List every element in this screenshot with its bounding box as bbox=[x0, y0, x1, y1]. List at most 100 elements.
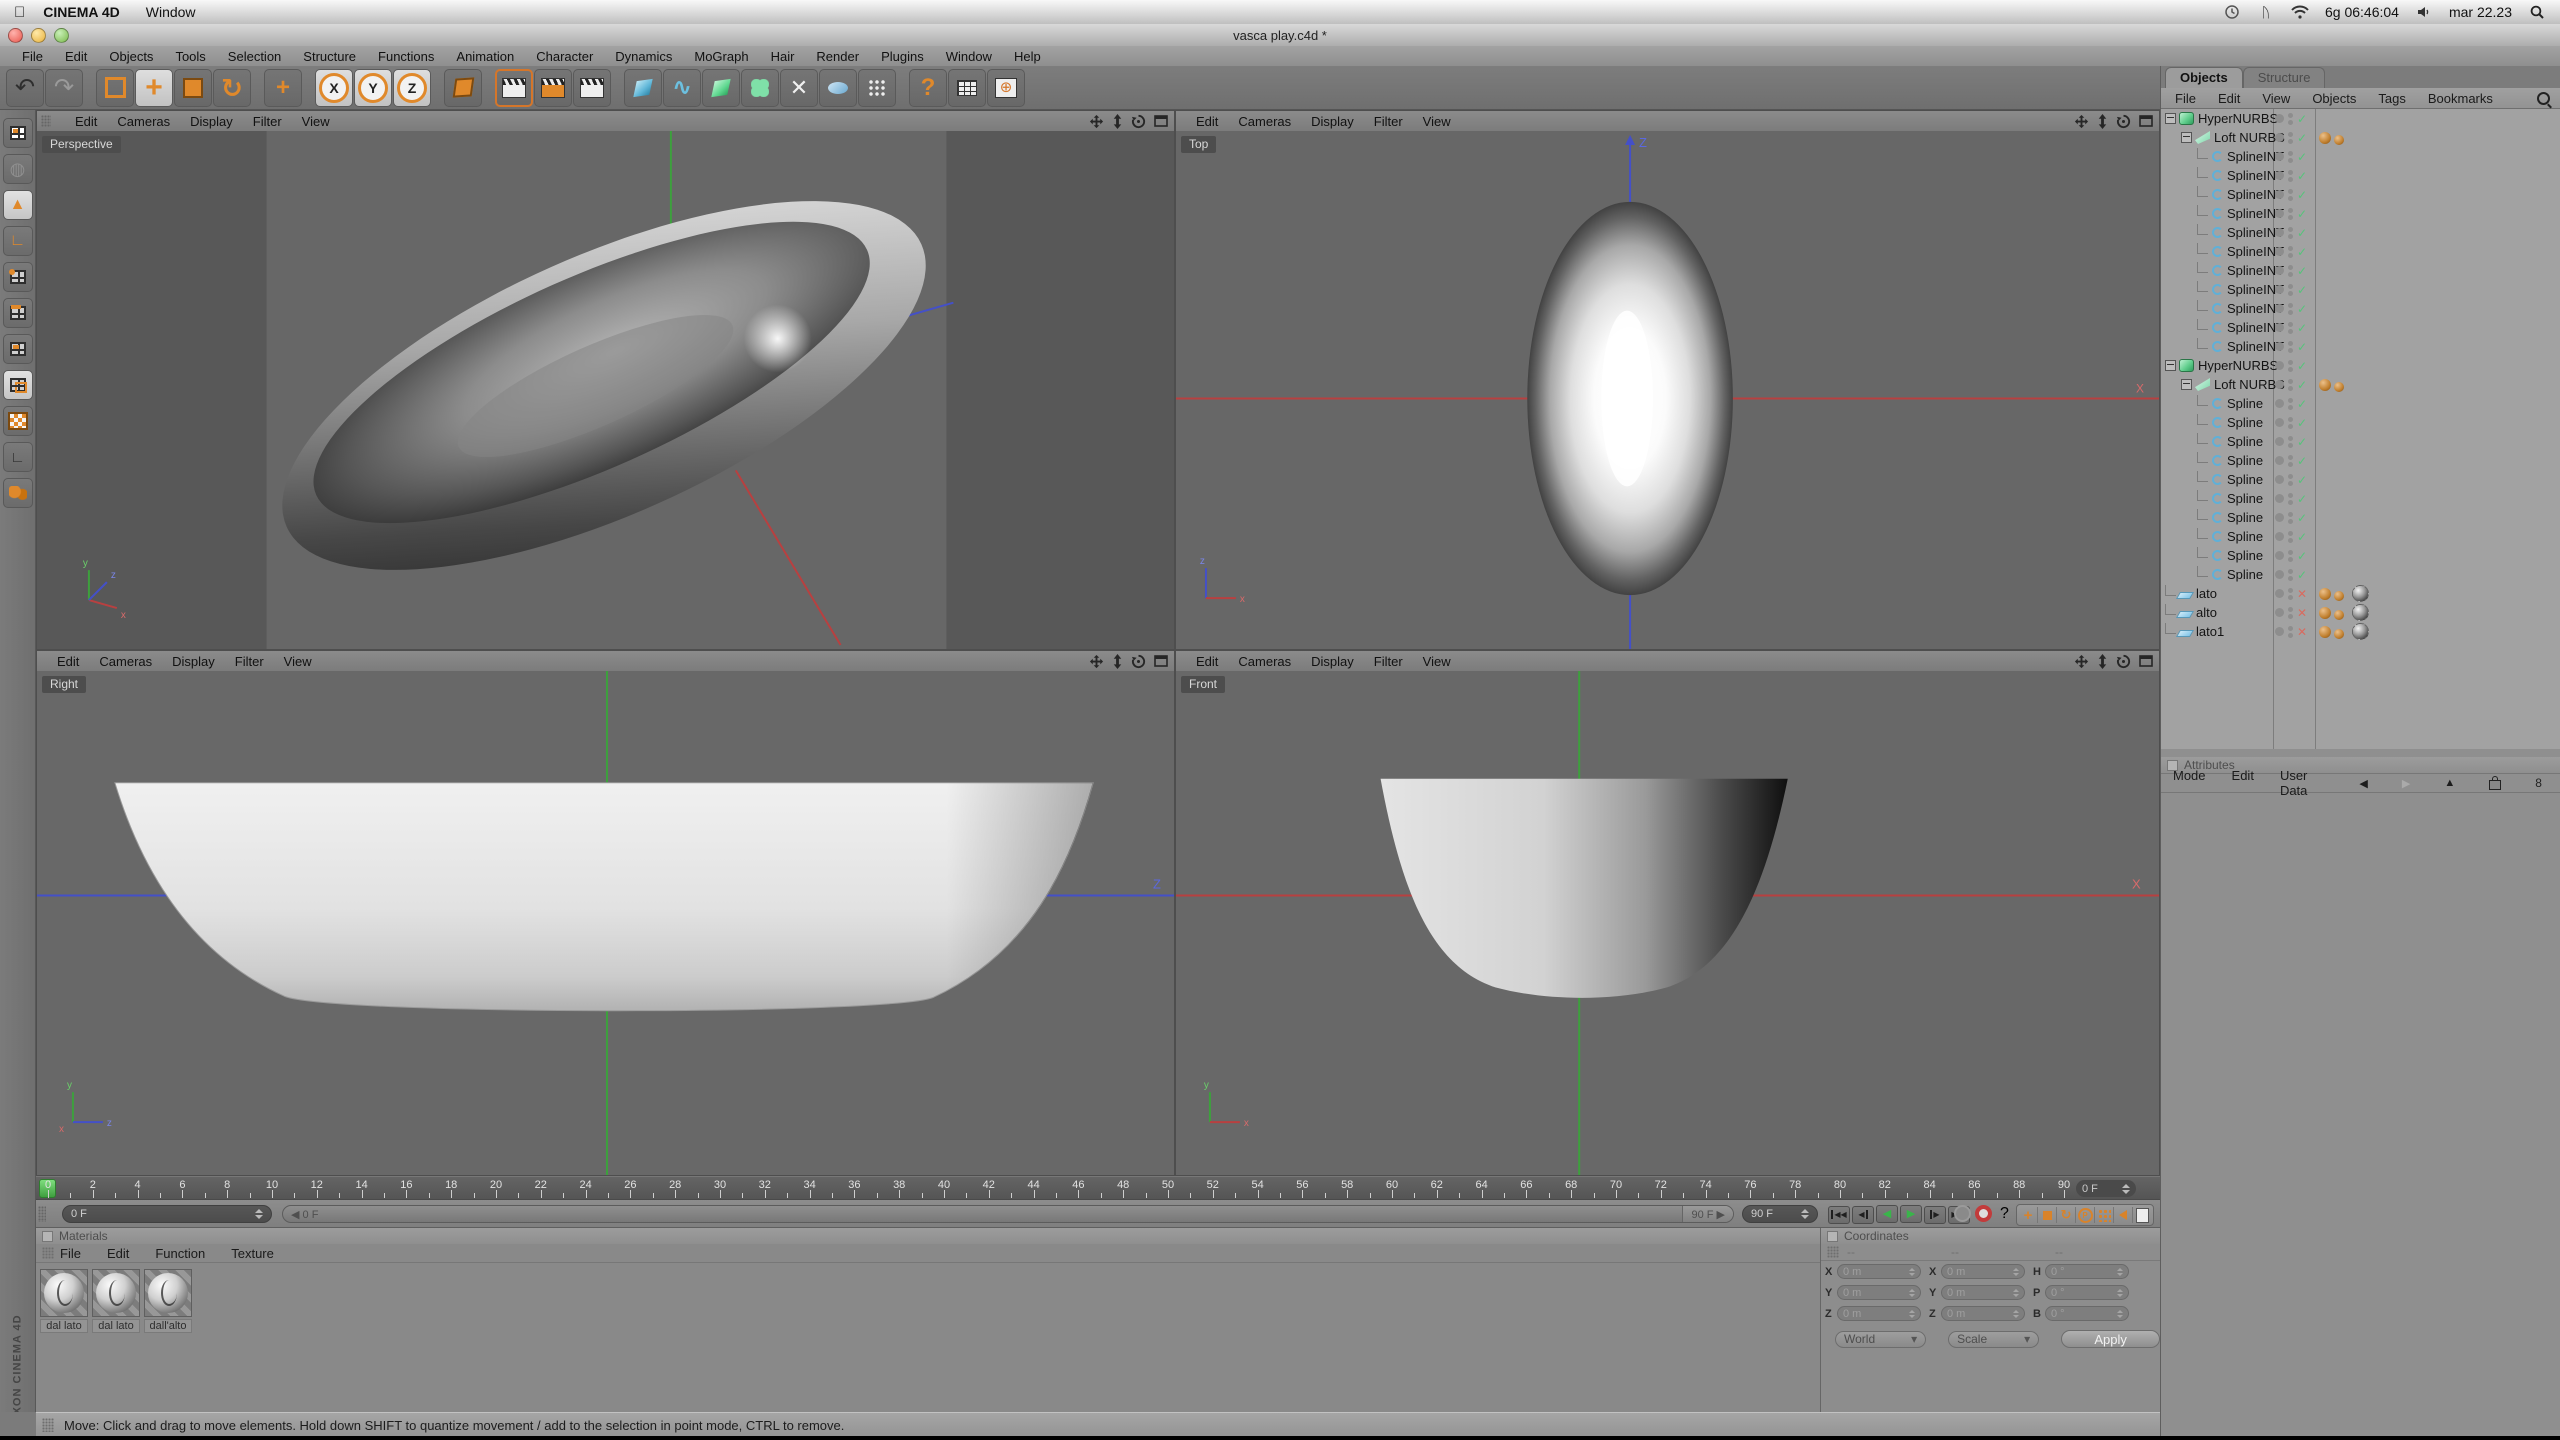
layer-dot[interactable] bbox=[2275, 228, 2284, 237]
hypernurbs-object-icon[interactable] bbox=[2179, 112, 2194, 125]
object-tree-row-spline[interactable]: Spline✓ bbox=[2161, 565, 2560, 584]
stepper[interactable] bbox=[2122, 1184, 2130, 1194]
object-name[interactable]: Spline bbox=[2227, 415, 2263, 430]
object-tree-row-splineint[interactable]: SplineINT✓ bbox=[2161, 204, 2560, 223]
object-tree-row-spline[interactable]: Spline✓ bbox=[2161, 508, 2560, 527]
add-spline-icon[interactable]: ∿ bbox=[663, 69, 701, 107]
range-end-handle[interactable]: 90 F ▶ bbox=[1682, 1206, 1733, 1222]
timeline-ruler[interactable]: 0 F 024681012141618202224262830323436384… bbox=[36, 1176, 2160, 1200]
menu-item-filter[interactable]: Filter bbox=[235, 654, 264, 669]
enable-toggle[interactable]: ✓ bbox=[2297, 188, 2307, 202]
skip-start-button[interactable]: ◀◀ bbox=[1828, 1206, 1850, 1224]
zoom-icon[interactable] bbox=[2097, 114, 2108, 129]
history-forward-icon[interactable]: ▶ bbox=[2402, 777, 2410, 790]
object-tree-row-lato[interactable]: lato✕ bbox=[2161, 584, 2560, 603]
phong-tag-icon[interactable] bbox=[2334, 382, 2344, 392]
visibility-dots[interactable] bbox=[2288, 550, 2293, 562]
material-tag-icon[interactable] bbox=[2352, 604, 2369, 621]
visibility-dots[interactable] bbox=[2288, 170, 2293, 182]
menu-item-display[interactable]: Display bbox=[1311, 654, 1354, 669]
add-particles-icon[interactable] bbox=[858, 69, 896, 107]
zoom-icon[interactable] bbox=[1112, 654, 1123, 669]
layer-dot[interactable] bbox=[2275, 171, 2284, 180]
key-pla-toggle[interactable] bbox=[2095, 1207, 2114, 1223]
pan-icon[interactable] bbox=[1089, 114, 1104, 129]
tab-structure[interactable]: Structure bbox=[2243, 67, 2326, 88]
object-tree-row-splineint[interactable]: SplineINT✓ bbox=[2161, 242, 2560, 261]
spline-object-icon[interactable] bbox=[2212, 398, 2223, 409]
phong-tag-icon[interactable] bbox=[2319, 607, 2331, 619]
visibility-dots[interactable] bbox=[2288, 151, 2293, 163]
polygon-mode-icon[interactable] bbox=[3, 334, 33, 364]
material-tag-icon[interactable] bbox=[2352, 585, 2369, 602]
texture-mode-icon[interactable] bbox=[3, 406, 33, 436]
visibility-dots[interactable] bbox=[2288, 265, 2293, 277]
menu-item-bookmarks[interactable]: Bookmarks bbox=[2428, 91, 2493, 106]
spline-object-icon[interactable] bbox=[2212, 512, 2223, 523]
panel-grip[interactable] bbox=[41, 115, 51, 127]
autokey-button[interactable] bbox=[1975, 1205, 1992, 1222]
link-icon[interactable]: 8 bbox=[2535, 776, 2542, 790]
menu-item-user-data[interactable]: User Data bbox=[2280, 768, 2307, 798]
enable-toggle[interactable]: ✓ bbox=[2297, 549, 2307, 563]
enable-toggle[interactable]: ✓ bbox=[2297, 226, 2307, 240]
zoom-icon[interactable] bbox=[2097, 654, 2108, 669]
object-name[interactable]: Spline bbox=[2227, 453, 2263, 468]
object-tree-row-spline[interactable]: Spline✓ bbox=[2161, 394, 2560, 413]
layer-dot[interactable] bbox=[2275, 247, 2284, 256]
visibility-dots[interactable] bbox=[2288, 417, 2293, 429]
material-name[interactable]: dal lato bbox=[92, 1319, 140, 1333]
point-mode-icon[interactable] bbox=[3, 262, 33, 292]
expander-icon[interactable] bbox=[2165, 360, 2176, 371]
object-tree-row-splineint[interactable]: SplineINT✓ bbox=[2161, 185, 2560, 204]
expander-icon[interactable] bbox=[2181, 379, 2192, 390]
visibility-dots[interactable] bbox=[2288, 455, 2293, 467]
coordinate-field-x[interactable]: 0 m bbox=[1837, 1264, 1921, 1279]
window-title-bar[interactable]: vasca play.c4d * bbox=[0, 24, 2560, 47]
menu-item-file[interactable]: File bbox=[22, 49, 43, 64]
enable-toggle[interactable]: ✓ bbox=[2297, 150, 2307, 164]
coordinate-field-x[interactable]: 0 m bbox=[1941, 1264, 2025, 1279]
object-tree-row-loft-nurbs[interactable]: Loft NURBS✓ bbox=[2161, 128, 2560, 147]
plane-object-icon[interactable] bbox=[2176, 630, 2194, 637]
menu-window[interactable]: Window bbox=[146, 4, 196, 20]
object-tree-row-spline[interactable]: Spline✓ bbox=[2161, 413, 2560, 432]
spline-object-icon[interactable] bbox=[2212, 436, 2223, 447]
add-deformer-icon[interactable]: ✕ bbox=[780, 69, 818, 107]
visibility-dots[interactable] bbox=[2288, 493, 2293, 505]
viewport-canvas-right[interactable]: Right Z bbox=[37, 671, 1174, 1175]
enable-toggle[interactable]: ✕ bbox=[2297, 625, 2307, 639]
visibility-dots[interactable] bbox=[2288, 208, 2293, 220]
expander-icon[interactable] bbox=[2181, 132, 2192, 143]
object-tree-row-spline[interactable]: Spline✓ bbox=[2161, 470, 2560, 489]
add-primitive-icon[interactable] bbox=[624, 69, 662, 107]
object-tree-row-hypernurbs[interactable]: HyperNURBS✓ bbox=[2161, 356, 2560, 375]
record-button[interactable] bbox=[1954, 1205, 1971, 1222]
viewport-label[interactable]: Top bbox=[1181, 136, 1216, 153]
help-icon[interactable]: ? bbox=[909, 69, 947, 107]
material-sphere-thumbnail[interactable] bbox=[92, 1269, 140, 1317]
add-nurbs-icon[interactable] bbox=[702, 69, 740, 107]
coordinate-field-b[interactable]: 0 ° bbox=[2045, 1306, 2129, 1321]
menu-item-texture[interactable]: Texture bbox=[231, 1246, 274, 1261]
layer-dot[interactable] bbox=[2275, 570, 2284, 579]
menu-item-edit[interactable]: Edit bbox=[57, 654, 79, 669]
object-tree-row-spline[interactable]: Spline✓ bbox=[2161, 546, 2560, 565]
enable-toggle[interactable]: ✓ bbox=[2297, 245, 2307, 259]
material-sphere-thumbnail[interactable] bbox=[144, 1269, 192, 1317]
xpresso-icon[interactable] bbox=[948, 69, 986, 107]
layer-dot[interactable] bbox=[2275, 608, 2284, 617]
visibility-dots[interactable] bbox=[2288, 189, 2293, 201]
layer-dot[interactable] bbox=[2275, 342, 2284, 351]
viewport-canvas-front[interactable]: Front X y x bbox=[1176, 671, 2159, 1175]
viewport-label[interactable]: Perspective bbox=[42, 136, 121, 153]
key-rotation-toggle[interactable]: ↻ bbox=[2057, 1207, 2076, 1223]
enable-toggle[interactable]: ✓ bbox=[2297, 207, 2307, 221]
layer-dot[interactable] bbox=[2275, 475, 2284, 484]
viewport-label[interactable]: Front bbox=[1181, 676, 1225, 693]
menu-item-edit[interactable]: Edit bbox=[1196, 114, 1218, 129]
spline-object-icon[interactable] bbox=[2212, 493, 2223, 504]
phong-tag-icon[interactable] bbox=[2334, 610, 2344, 620]
uv-mode-icon[interactable] bbox=[3, 370, 33, 400]
enable-toggle[interactable]: ✓ bbox=[2297, 435, 2307, 449]
